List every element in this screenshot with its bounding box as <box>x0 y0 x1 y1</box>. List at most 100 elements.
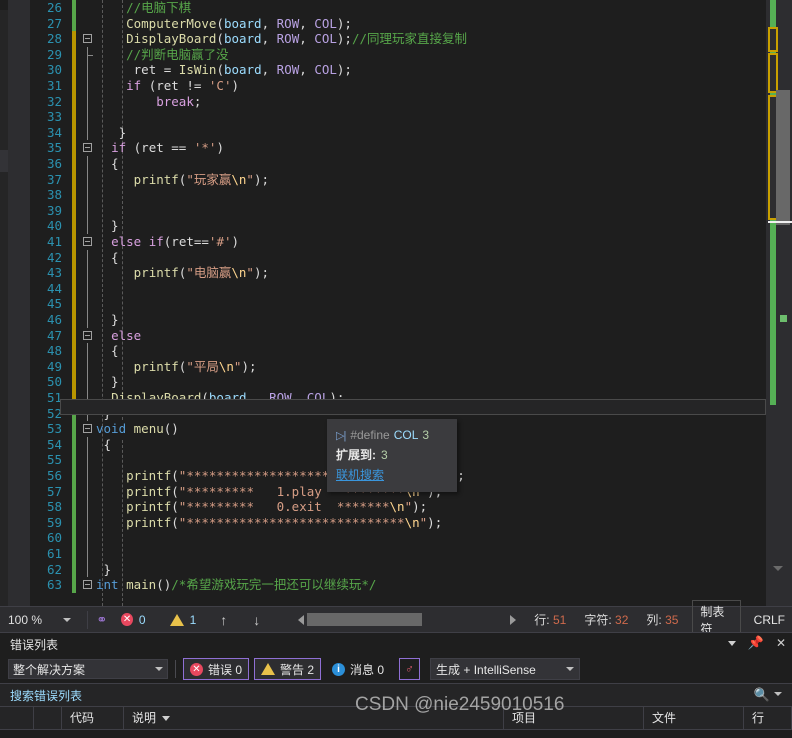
code-text[interactable]: { <box>96 343 119 359</box>
code-line[interactable]: 37 printf("玩家赢\n"); <box>30 171 770 188</box>
build-filter-dropdown[interactable]: 生成 + IntelliSense <box>430 658 581 680</box>
code-editor[interactable]: 26 //电脑下棋 27 ComputerMove(board, ROW, COL… <box>0 0 792 606</box>
code-text[interactable]: ret = IsWin(board, ROW, COL); <box>96 62 352 78</box>
fold-margin[interactable] <box>82 546 94 562</box>
fold-margin[interactable] <box>82 265 94 281</box>
horizontal-scrollbar[interactable] <box>298 613 517 626</box>
code-lines-container[interactable]: 26 //电脑下棋 27 ComputerMove(board, ROW, COL… <box>30 0 770 606</box>
build-intellisense-toggle-button[interactable]: ♂ <box>399 658 421 680</box>
search-options-chevron-down-icon[interactable] <box>774 692 782 696</box>
code-text[interactable]: void menu() <box>96 421 179 437</box>
fold-margin[interactable] <box>82 202 94 219</box>
code-text[interactable]: else if(ret=='#') <box>96 234 239 250</box>
column-header[interactable]: 代码 <box>62 707 124 729</box>
tooltip-online-search-row[interactable]: 联机搜索 <box>336 465 448 485</box>
code-line[interactable]: 42 { <box>30 249 770 266</box>
fold-collapse-icon[interactable] <box>83 424 92 434</box>
code-text[interactable]: //判断电脑赢了没 <box>96 47 229 63</box>
fold-margin[interactable] <box>82 483 94 500</box>
scope-filter-dropdown[interactable]: 整个解决方案 <box>8 659 168 679</box>
fold-margin[interactable] <box>82 499 94 515</box>
fold-margin[interactable] <box>82 561 94 578</box>
nav-down-arrow-icon[interactable]: ↓ <box>253 612 260 628</box>
warnings-toggle-button[interactable]: 警告 2 <box>254 658 322 680</box>
hscroll-thumb[interactable] <box>307 613 423 626</box>
code-line[interactable]: 32 break; <box>30 93 770 110</box>
code-text[interactable]: //电脑下棋 <box>96 0 191 16</box>
fold-margin[interactable] <box>82 452 94 468</box>
code-text[interactable]: { <box>96 156 119 172</box>
code-text[interactable]: { <box>96 437 112 453</box>
fold-margin[interactable] <box>82 280 94 297</box>
online-search-link[interactable]: 联机搜索 <box>336 468 384 482</box>
line-ending-button[interactable]: CRLF <box>747 611 792 629</box>
hscroll-left-arrow-icon[interactable] <box>298 614 305 625</box>
chevron-down-icon[interactable] <box>566 667 575 671</box>
fold-margin[interactable] <box>82 93 94 110</box>
chevron-down-icon[interactable] <box>155 667 163 671</box>
code-line[interactable]: 49 printf("平局\n"); <box>30 358 770 375</box>
vertical-scrollbar[interactable] <box>766 0 792 592</box>
code-line[interactable]: 27 ComputerMove(board, ROW, COL); <box>30 15 770 32</box>
fold-margin[interactable] <box>82 328 94 344</box>
code-line[interactable]: 59 printf("*****************************… <box>30 514 770 531</box>
code-line[interactable]: 30 ret = IsWin(board, ROW, COL); <box>30 62 770 78</box>
code-text[interactable]: break; <box>96 94 201 110</box>
scrollbar-thumb[interactable] <box>776 90 790 225</box>
nav-up-arrow-icon[interactable]: ↑ <box>220 612 227 628</box>
code-text[interactable]: printf("电脑赢\n"); <box>96 265 269 281</box>
code-text[interactable]: printf("平局\n"); <box>96 359 257 375</box>
fold-collapse-icon[interactable] <box>83 580 92 590</box>
scrollbar-down-arrow-icon[interactable] <box>773 566 783 571</box>
fold-collapse-icon[interactable] <box>83 34 92 44</box>
errors-toggle-button[interactable]: ✕ 错误 0 <box>183 658 250 680</box>
code-line[interactable]: 38 <box>30 187 770 203</box>
code-line[interactable]: 36 { <box>30 156 770 172</box>
code-line[interactable]: 31 if (ret != 'C') <box>30 78 770 94</box>
column-header[interactable] <box>34 707 62 729</box>
fold-margin[interactable] <box>82 577 94 593</box>
fold-margin[interactable] <box>82 530 94 546</box>
fold-margin[interactable] <box>82 296 94 312</box>
expand-definition-icon[interactable]: ▷| <box>336 426 346 446</box>
fold-margin[interactable] <box>82 514 94 531</box>
code-line[interactable]: 47 else <box>30 327 770 344</box>
column-header[interactable]: 文件 <box>644 707 744 729</box>
code-line[interactable]: 62 } <box>30 561 770 578</box>
fold-margin[interactable] <box>82 16 94 32</box>
fold-margin[interactable] <box>82 31 94 47</box>
code-line[interactable]: 35 if (ret == '*') <box>30 140 770 156</box>
fold-collapse-icon[interactable] <box>83 143 92 153</box>
fold-margin[interactable] <box>82 171 94 188</box>
code-text[interactable]: ComputerMove(board, ROW, COL); <box>96 16 352 32</box>
code-line[interactable]: 44 <box>30 280 770 297</box>
code-line[interactable]: 41 else if(ret=='#') <box>30 234 770 250</box>
code-line[interactable]: 29 //判断电脑赢了没 <box>30 46 770 63</box>
code-text[interactable]: printf("********* 0.exit *******\n"); <box>96 499 427 515</box>
sort-chevron-down-icon[interactable] <box>162 716 171 722</box>
code-text[interactable]: if (ret == '*') <box>96 140 224 156</box>
fold-margin[interactable] <box>82 374 94 390</box>
fold-margin[interactable] <box>82 249 94 266</box>
zoom-level[interactable]: 100 % <box>0 613 63 627</box>
code-text[interactable]: else <box>96 328 141 344</box>
panel-menu-chevron-down-icon[interactable] <box>727 640 736 646</box>
search-icon[interactable]: 🔍 <box>754 687 770 703</box>
code-line[interactable]: 43 printf("电脑赢\n"); <box>30 265 770 281</box>
column-header[interactable]: 行 <box>744 707 792 729</box>
code-line[interactable]: 45 <box>30 296 770 312</box>
code-text[interactable]: printf("*****************************\n"… <box>96 515 442 531</box>
fold-margin[interactable] <box>82 468 94 484</box>
fold-margin[interactable] <box>82 62 94 78</box>
code-text[interactable]: { <box>96 250 119 266</box>
code-line[interactable]: 39 <box>30 202 770 219</box>
code-line[interactable]: 48 { <box>30 343 770 359</box>
code-line[interactable]: 28 DisplayBoard(board, ROW, COL);//同理玩家直… <box>30 31 770 47</box>
code-text[interactable]: } <box>96 312 119 328</box>
fold-margin[interactable] <box>82 156 94 172</box>
code-line[interactable]: 40 } <box>30 218 770 234</box>
code-line[interactable]: 34 } <box>30 124 770 141</box>
code-line[interactable]: 63 int main()/*希望游戏玩完一把还可以继续玩*/ <box>30 577 770 593</box>
code-text[interactable]: printf("玩家赢\n"); <box>96 172 269 188</box>
fold-collapse-icon[interactable] <box>83 330 92 340</box>
